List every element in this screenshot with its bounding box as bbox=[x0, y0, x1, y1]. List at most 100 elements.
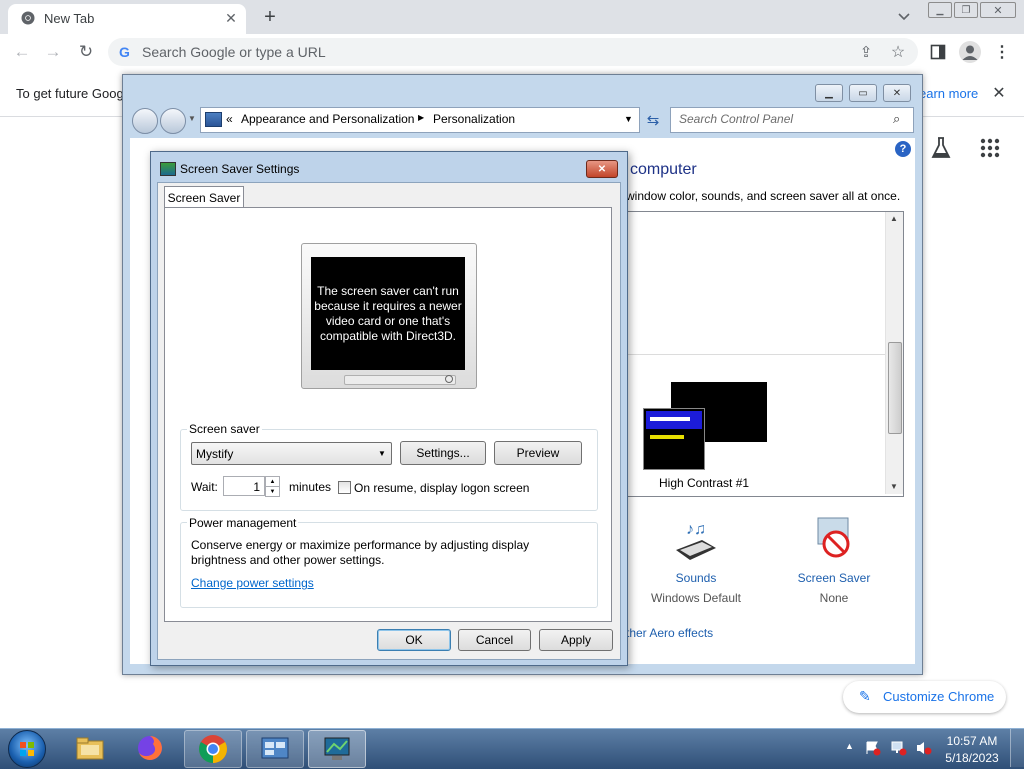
apply-button-label: Apply bbox=[560, 633, 592, 647]
omnibox-input[interactable]: Search Google or type a URL bbox=[142, 44, 326, 60]
cp-close-icon[interactable]: ✕ bbox=[883, 84, 911, 102]
theme-name: High Contrast #1 bbox=[659, 476, 750, 490]
sounds-item[interactable]: ♪♫ Sounds Windows Default bbox=[646, 516, 746, 606]
power-group-label: Power management bbox=[187, 516, 299, 530]
new-tab-icon[interactable]: + bbox=[259, 6, 281, 28]
screensaver-none-icon bbox=[812, 516, 856, 562]
clock-time[interactable]: 10:57 AM bbox=[946, 734, 998, 748]
start-button-icon[interactable] bbox=[8, 730, 46, 768]
cp-refresh-icon[interactable]: ⇆ bbox=[642, 109, 664, 131]
cp-address-bar[interactable]: « Appearance and Personalization ▶ Perso… bbox=[200, 107, 640, 133]
customize-chrome-button[interactable]: ✎ Customize Chrome bbox=[843, 681, 1006, 713]
infobar-close-icon[interactable]: ✕ bbox=[990, 84, 1008, 102]
learn-more-link[interactable]: earn more bbox=[919, 86, 978, 101]
cp-maximize-icon[interactable]: ▭ bbox=[849, 84, 877, 102]
apps-grid-icon[interactable] bbox=[980, 138, 1000, 158]
screensaver-select-value: Mystify bbox=[196, 447, 234, 461]
breadcrumb-appearance[interactable]: Appearance and Personalization bbox=[241, 112, 414, 126]
infobar-text: To get future Goog bbox=[16, 86, 124, 101]
minutes-label: minutes bbox=[289, 480, 332, 494]
cp-back-icon[interactable] bbox=[132, 108, 158, 134]
screensaver-link[interactable]: Screen Saver bbox=[784, 571, 884, 585]
wait-label: Wait: bbox=[191, 480, 218, 494]
breadcrumb-overflow[interactable]: « bbox=[226, 112, 233, 126]
help-icon[interactable]: ? bbox=[895, 141, 911, 157]
monitor-screen: The screen saver can't run because it re… bbox=[311, 257, 465, 370]
theme-preview-front bbox=[643, 408, 705, 470]
sounds-icon: ♪♫ bbox=[672, 516, 720, 562]
bookmark-star-icon[interactable]: ☆ bbox=[888, 42, 908, 62]
network-icon[interactable] bbox=[890, 740, 908, 756]
close-tab-icon[interactable]: ✕ bbox=[222, 9, 240, 27]
breadcrumb-arrow-icon: ▶ bbox=[418, 113, 425, 122]
ok-button-label: OK bbox=[405, 633, 423, 647]
preview-message: The screen saver can't run because it re… bbox=[314, 283, 462, 343]
sounds-link[interactable]: Sounds bbox=[646, 571, 746, 585]
side-panel-icon[interactable] bbox=[928, 42, 948, 62]
screensaver-select[interactable]: Mystify ▼ bbox=[191, 442, 392, 465]
omnibox[interactable]: G Search Google or type a URL ⇪ ☆ bbox=[108, 38, 918, 66]
settings-button[interactable]: Settings... bbox=[400, 441, 486, 465]
reload-icon[interactable]: ↻ bbox=[76, 42, 96, 62]
screensaver-group-label: Screen saver bbox=[187, 422, 262, 436]
wait-spinner[interactable]: 1 ▲ ▼ bbox=[223, 476, 280, 497]
share-icon[interactable]: ⇪ bbox=[856, 42, 876, 62]
dialog-icon bbox=[160, 162, 176, 176]
cp-minimize-icon[interactable]: ▁ bbox=[815, 84, 843, 102]
firefox-taskbar-icon[interactable] bbox=[130, 730, 170, 766]
screensaver-value: None bbox=[819, 591, 849, 605]
show-hidden-icons-icon[interactable]: ▲ bbox=[845, 741, 854, 751]
theme-list[interactable]: High Contrast #1 ▲ ▼ bbox=[626, 211, 904, 497]
theme-list-scrollbar[interactable]: ▲ ▼ bbox=[885, 212, 903, 494]
clock-date[interactable]: 5/18/2023 bbox=[944, 751, 1000, 765]
chrome-taskbar-icon[interactable] bbox=[184, 730, 242, 768]
tab-new-tab[interactable]: New Tab ✕ bbox=[8, 4, 246, 34]
restore-window-icon[interactable]: ❐ bbox=[954, 2, 978, 18]
aero-effects-link[interactable]: ther Aero effects bbox=[626, 626, 713, 640]
screensaver-taskbar-icon[interactable] bbox=[308, 730, 366, 768]
cp-search-icon[interactable]: ⌕ bbox=[893, 111, 900, 127]
address-dropdown-icon[interactable]: ▼ bbox=[624, 114, 633, 124]
theme-preview-bar2 bbox=[650, 435, 684, 439]
show-desktop-button[interactable] bbox=[1010, 729, 1024, 767]
cancel-button[interactable]: Cancel bbox=[458, 629, 531, 651]
tab-search-chevron-icon[interactable] bbox=[894, 8, 914, 26]
monitor-power-icon bbox=[445, 375, 453, 383]
close-window-icon[interactable]: ✕ bbox=[980, 2, 1016, 18]
tab-screen-saver-label: Screen Saver bbox=[167, 191, 241, 205]
spin-down-icon[interactable]: ▼ bbox=[265, 486, 280, 497]
cp-search-input[interactable]: Search Control Panel bbox=[679, 112, 793, 126]
ok-button[interactable]: OK bbox=[377, 629, 451, 651]
menu-kebab-icon[interactable]: ⋮ bbox=[992, 42, 1012, 62]
minimize-window-icon[interactable]: ▁ bbox=[928, 2, 952, 18]
wait-input[interactable]: 1 bbox=[223, 476, 265, 496]
cp-recent-chevron-icon[interactable]: ▼ bbox=[188, 114, 196, 123]
screensaver-item[interactable]: Screen Saver None bbox=[784, 516, 884, 606]
action-center-icon[interactable] bbox=[865, 740, 881, 756]
cp-forward-icon[interactable] bbox=[160, 108, 186, 134]
back-icon[interactable]: ← bbox=[12, 42, 32, 62]
control-panel-icon bbox=[205, 112, 222, 127]
resume-checkbox[interactable] bbox=[338, 481, 351, 494]
scroll-down-icon[interactable]: ▼ bbox=[890, 482, 898, 491]
cp-search-box[interactable]: Search Control Panel ⌕ bbox=[670, 107, 914, 133]
settings-button-label: Settings... bbox=[416, 446, 470, 460]
forward-icon[interactable]: → bbox=[43, 42, 63, 62]
labs-flask-icon[interactable] bbox=[930, 136, 952, 160]
theme-high-contrast-1[interactable]: High Contrast #1 bbox=[641, 380, 771, 492]
tab-screen-saver[interactable]: Screen Saver bbox=[164, 186, 244, 209]
change-power-settings-link[interactable]: Change power settings bbox=[191, 576, 314, 590]
volume-muted-icon[interactable] bbox=[915, 740, 933, 756]
profile-avatar-icon[interactable] bbox=[959, 41, 981, 63]
pencil-icon: ✎ bbox=[859, 688, 871, 704]
breadcrumb-personalization[interactable]: Personalization bbox=[433, 112, 515, 126]
explorer-taskbar-icon[interactable] bbox=[70, 730, 110, 766]
google-g-icon: G bbox=[119, 44, 130, 60]
control-panel-taskbar-icon[interactable] bbox=[246, 730, 304, 768]
scroll-up-icon[interactable]: ▲ bbox=[890, 214, 898, 223]
preview-button[interactable]: Preview bbox=[494, 441, 582, 465]
dialog-close-icon[interactable]: ✕ bbox=[586, 160, 618, 178]
scroll-thumb[interactable] bbox=[888, 342, 902, 434]
apply-button[interactable]: Apply bbox=[539, 629, 613, 651]
monitor-stand bbox=[344, 375, 456, 385]
